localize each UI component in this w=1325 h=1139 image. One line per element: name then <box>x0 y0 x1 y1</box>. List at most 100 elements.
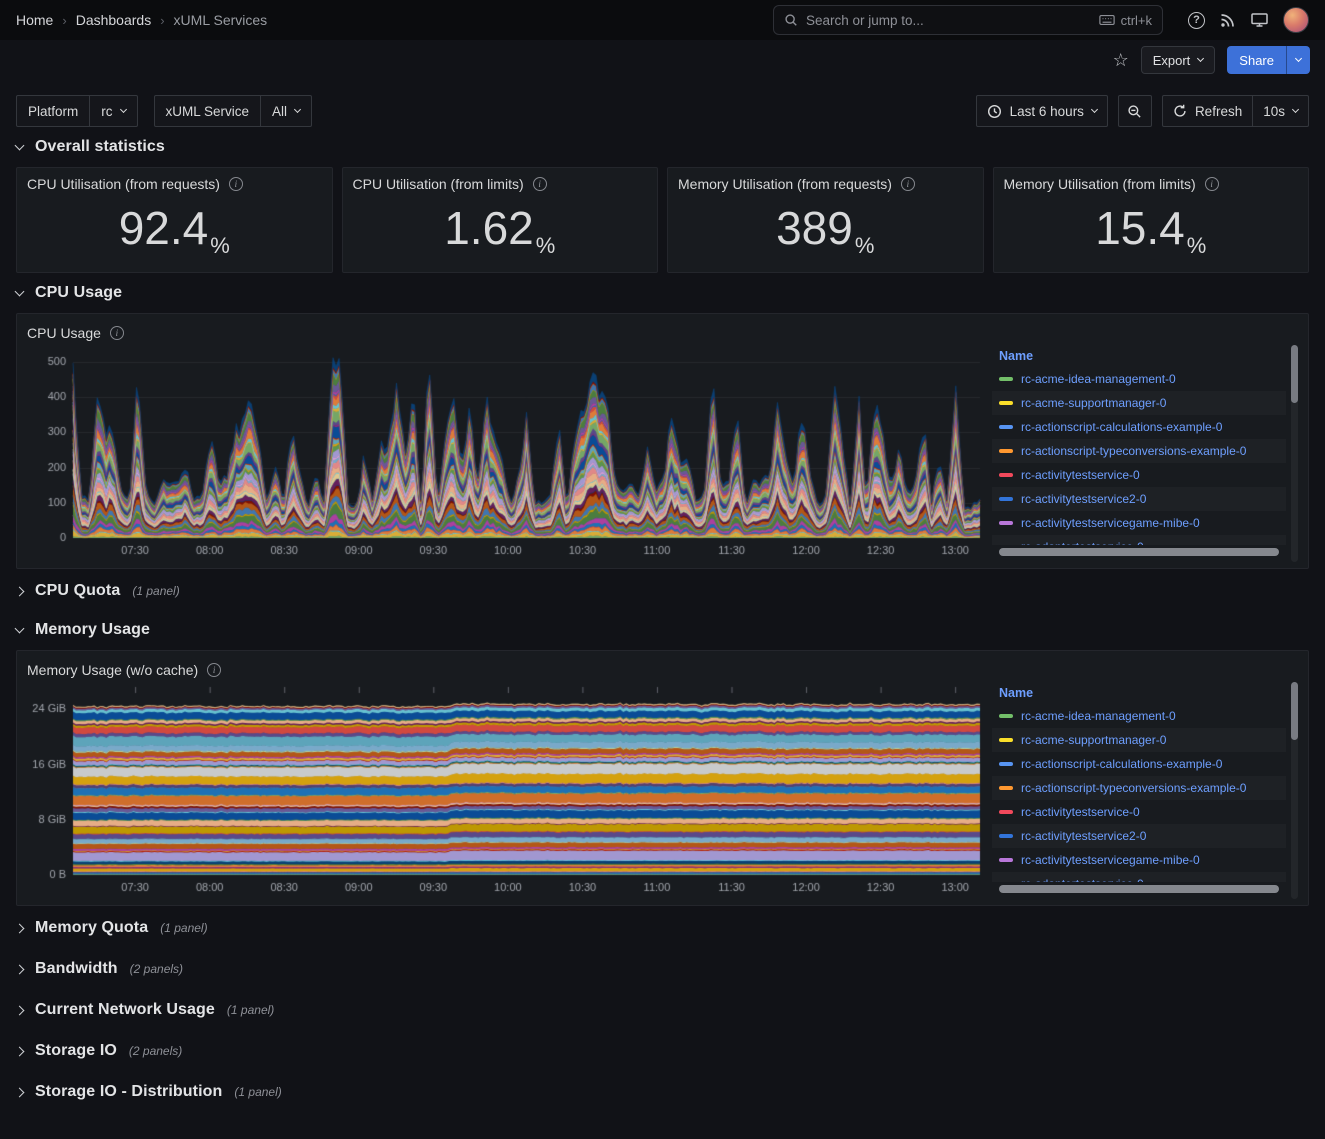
search-input[interactable] <box>806 13 1091 28</box>
series-name: rc-acme-supportmanager-0 <box>1021 733 1166 747</box>
section-storage-io-distribution[interactable]: Storage IO - Distribution (1 panel) <box>0 1073 1325 1111</box>
legend-item[interactable]: rc-actionscript-calculations-example-0 <box>992 752 1286 776</box>
breadcrumb-separator: › <box>160 13 164 28</box>
time-controls: Last 6 hours Refresh 10s <box>976 95 1309 127</box>
stat-value: 92.4 <box>119 205 209 251</box>
legend-item[interactable]: rc-activitytestservice2-0 <box>992 824 1286 848</box>
legend-item[interactable]: rc-actionscript-typeconversions-example-… <box>992 776 1286 800</box>
legend-item[interactable]: rc-acme-idea-management-0 <box>992 367 1286 391</box>
legend-item[interactable]: rc-actionscript-calculations-example-0 <box>992 415 1286 439</box>
refresh-interval-value: 10s <box>1263 104 1285 119</box>
help-icon[interactable]: ? <box>1188 12 1205 29</box>
export-button[interactable]: Export <box>1141 46 1216 74</box>
legend-vertical-scrollbar[interactable] <box>1291 682 1298 899</box>
series-color-chip <box>999 521 1013 525</box>
series-color-chip <box>999 473 1013 477</box>
section-title: Storage IO <box>35 1042 117 1060</box>
refresh-button[interactable]: Refresh <box>1162 95 1253 127</box>
section-current-network-usage[interactable]: Current Network Usage (1 panel) <box>0 991 1325 1029</box>
info-icon[interactable]: i <box>110 326 124 340</box>
dashboard-toolbar: ☆ Export Share <box>0 40 1325 80</box>
series-name: rc-acme-idea-management-0 <box>1021 709 1176 723</box>
favorite-star-icon[interactable]: ☆ <box>1113 51 1129 69</box>
legend-item[interactable]: rc-acme-supportmanager-0 <box>992 728 1286 752</box>
info-icon[interactable]: i <box>207 663 221 677</box>
legend-item[interactable]: rc-activitytestservice2-0 <box>992 487 1286 511</box>
info-icon[interactable]: i <box>229 177 243 191</box>
xuml-service-select[interactable]: All <box>260 95 312 127</box>
stat-title: CPU Utilisation (from limits) <box>353 176 524 192</box>
stat-panels-row: CPU Utilisation (from requests) i 92.4 %… <box>0 164 1325 273</box>
legend-item[interactable]: rc-activitytestservicegame-mibe-0 <box>992 848 1286 872</box>
section-storage-io[interactable]: Storage IO (2 panels) <box>0 1032 1325 1070</box>
section-memory-quota[interactable]: Memory Quota (1 panel) <box>0 909 1325 947</box>
section-cpu-quota[interactable]: CPU Quota (1 panel) <box>0 572 1325 610</box>
legend-header-name[interactable]: Name <box>992 345 1286 367</box>
share-split-button: Share <box>1227 46 1310 74</box>
stat-title: Memory Utilisation (from requests) <box>678 176 892 192</box>
monitor-icon[interactable] <box>1251 12 1268 28</box>
section-title: Storage IO - Distribution <box>35 1083 222 1101</box>
user-avatar[interactable] <box>1283 7 1309 33</box>
cpu-legend: Name rc-acme-idea-management-0rc-acme-su… <box>992 345 1298 562</box>
memory-usage-chart[interactable] <box>27 682 984 899</box>
stat-title: CPU Utilisation (from requests) <box>27 176 220 192</box>
stat-panel-cpu-limits: CPU Utilisation (from limits) i 1.62 % <box>342 167 659 273</box>
series-color-chip <box>999 738 1013 742</box>
legend-horizontal-scrollbar[interactable] <box>999 885 1279 893</box>
section-memory-usage[interactable]: Memory Usage <box>0 613 1325 647</box>
info-icon[interactable]: i <box>1205 177 1219 191</box>
chevron-down-icon <box>1197 55 1204 62</box>
chevron-right-icon <box>15 586 25 596</box>
refresh-split-button: Refresh 10s <box>1162 95 1309 127</box>
search-box[interactable]: ctrl+k <box>773 5 1163 35</box>
section-panel-count: (2 panels) <box>129 1044 182 1058</box>
panel-title: CPU Usage <box>27 325 101 341</box>
section-title: CPU Usage <box>35 284 122 302</box>
share-button[interactable]: Share <box>1227 46 1286 74</box>
info-icon[interactable]: i <box>533 177 547 191</box>
platform-select[interactable]: rc <box>89 95 137 127</box>
series-name: rc-activitytestservice-0 <box>1021 805 1140 819</box>
chevron-down-icon <box>294 106 301 113</box>
xuml-service-variable: xUML Service All <box>154 95 313 127</box>
section-cpu-usage[interactable]: CPU Usage <box>0 276 1325 310</box>
legend-item[interactable]: rc-acme-supportmanager-0 <box>992 391 1286 415</box>
chevron-down-icon <box>1292 106 1299 113</box>
chevron-down-icon <box>15 286 25 296</box>
share-menu-button[interactable] <box>1286 46 1310 74</box>
series-color-chip <box>999 449 1013 453</box>
breadcrumb-home[interactable]: Home <box>16 12 53 28</box>
xuml-service-label: xUML Service <box>154 95 262 127</box>
stat-unit: % <box>855 233 875 264</box>
share-label: Share <box>1239 53 1274 68</box>
refresh-interval-select[interactable]: 10s <box>1252 95 1309 127</box>
zoom-out-button[interactable] <box>1118 95 1152 127</box>
legend-item[interactable]: rc-acme-idea-management-0 <box>992 704 1286 728</box>
section-overall-statistics[interactable]: Overall statistics <box>0 130 1325 164</box>
info-icon[interactable]: i <box>901 177 915 191</box>
series-name: rc-adaptertestservice-0 <box>1021 540 1144 545</box>
series-color-chip <box>999 834 1013 838</box>
keyboard-icon <box>1099 14 1115 26</box>
legend-horizontal-scrollbar[interactable] <box>999 548 1279 556</box>
section-bandwidth[interactable]: Bandwidth (2 panels) <box>0 950 1325 988</box>
time-range-picker[interactable]: Last 6 hours <box>976 95 1108 127</box>
section-panel-count: (1 panel) <box>234 1085 281 1099</box>
cpu-usage-chart[interactable] <box>27 345 984 562</box>
legend-item[interactable]: rc-actionscript-typeconversions-example-… <box>992 439 1286 463</box>
breadcrumb-dashboards[interactable]: Dashboards <box>76 12 152 28</box>
legend-header-name[interactable]: Name <box>992 682 1286 704</box>
legend-item[interactable]: rc-activitytestservicegame-mibe-0 <box>992 511 1286 535</box>
news-rss-icon[interactable] <box>1220 12 1236 28</box>
legend-item[interactable]: rc-activitytestservice-0 <box>992 463 1286 487</box>
time-range-label: Last 6 hours <box>1010 104 1084 119</box>
legend-item[interactable]: rc-activitytestservice-0 <box>992 800 1286 824</box>
stat-unit: % <box>1187 233 1207 264</box>
legend-vertical-scrollbar[interactable] <box>1291 345 1298 562</box>
keyboard-shortcut-hint: ctrl+k <box>1099 13 1152 28</box>
stat-value: 1.62 <box>444 205 534 251</box>
stat-value: 15.4 <box>1095 205 1185 251</box>
legend-item[interactable]: rc-adaptertestservice-0 <box>992 872 1286 882</box>
legend-item[interactable]: rc-adaptertestservice-0 <box>992 535 1286 545</box>
